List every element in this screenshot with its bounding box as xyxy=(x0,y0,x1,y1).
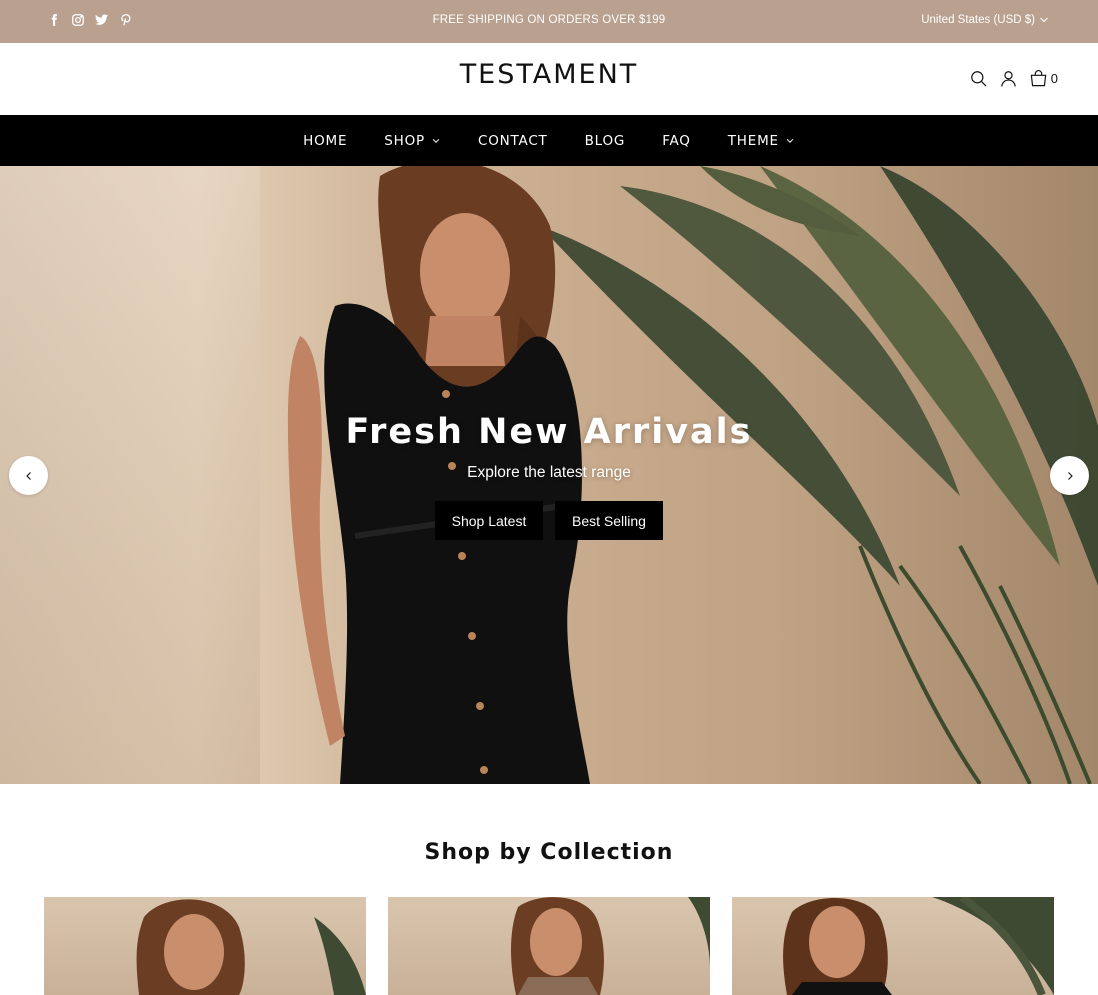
chevron-down-icon xyxy=(786,138,794,143)
chevron-right-icon xyxy=(1067,471,1073,480)
chevron-down-icon xyxy=(432,138,440,143)
announcement-bar: FREE SHIPPING ON ORDERS OVER $199 United… xyxy=(0,0,1098,43)
collection-image xyxy=(783,897,1054,995)
collection-card[interactable] xyxy=(388,897,710,995)
site-logo[interactable]: TESTAMENT xyxy=(0,59,1098,90)
cart-icon xyxy=(1030,70,1047,87)
nav-item-contact[interactable]: CONTACT xyxy=(459,133,566,149)
nav-item-home[interactable]: HOME xyxy=(285,133,366,149)
cart-button[interactable]: 0 xyxy=(1029,69,1058,88)
search-icon[interactable] xyxy=(969,69,988,88)
nav-label: CONTACT xyxy=(477,132,548,149)
site-header: TESTAMENT 0 xyxy=(0,43,1098,115)
collection-card[interactable] xyxy=(732,897,1054,995)
hero-title: Fresh New Arrivals xyxy=(345,412,753,452)
nav-label: BLOG xyxy=(584,132,626,149)
hero-buttons: Shop Latest Best Selling xyxy=(0,501,1098,540)
collection-image xyxy=(511,897,710,995)
best-selling-button[interactable]: Best Selling xyxy=(555,501,663,540)
currency-label: United States (USD $) xyxy=(921,14,1035,26)
slide-prev-button[interactable] xyxy=(9,456,48,495)
nav-label: FAQ xyxy=(662,132,691,149)
nav-label: SHOP xyxy=(384,132,425,149)
shop-latest-button[interactable]: Shop Latest xyxy=(435,501,543,540)
hero-slideshow: Fresh New Arrivals Explore the latest ra… xyxy=(0,166,1098,784)
main-nav: HOME SHOP CONTACT BLOG FAQ THEME xyxy=(0,115,1098,166)
collections-title: Shop by Collection xyxy=(424,840,674,865)
chevron-down-icon xyxy=(1040,17,1048,23)
chevron-left-icon xyxy=(25,471,31,480)
nav-item-theme[interactable]: THEME xyxy=(709,133,813,149)
hero-subtitle: Explore the latest range xyxy=(467,464,631,481)
collection-card[interactable] xyxy=(44,897,366,995)
collection-grid xyxy=(44,897,1054,995)
cart-count: 0 xyxy=(1050,71,1058,86)
slide-next-button[interactable] xyxy=(1050,456,1089,495)
header-actions: 0 xyxy=(969,69,1058,88)
account-icon[interactable] xyxy=(999,69,1018,88)
nav-item-shop[interactable]: SHOP xyxy=(366,133,460,149)
nav-item-blog[interactable]: BLOG xyxy=(566,133,644,149)
nav-label: THEME xyxy=(727,132,779,149)
nav-label: HOME xyxy=(303,132,348,149)
collection-image xyxy=(136,899,366,995)
nav-item-faq[interactable]: FAQ xyxy=(644,133,710,149)
currency-selector[interactable]: United States (USD $) xyxy=(921,14,1050,26)
